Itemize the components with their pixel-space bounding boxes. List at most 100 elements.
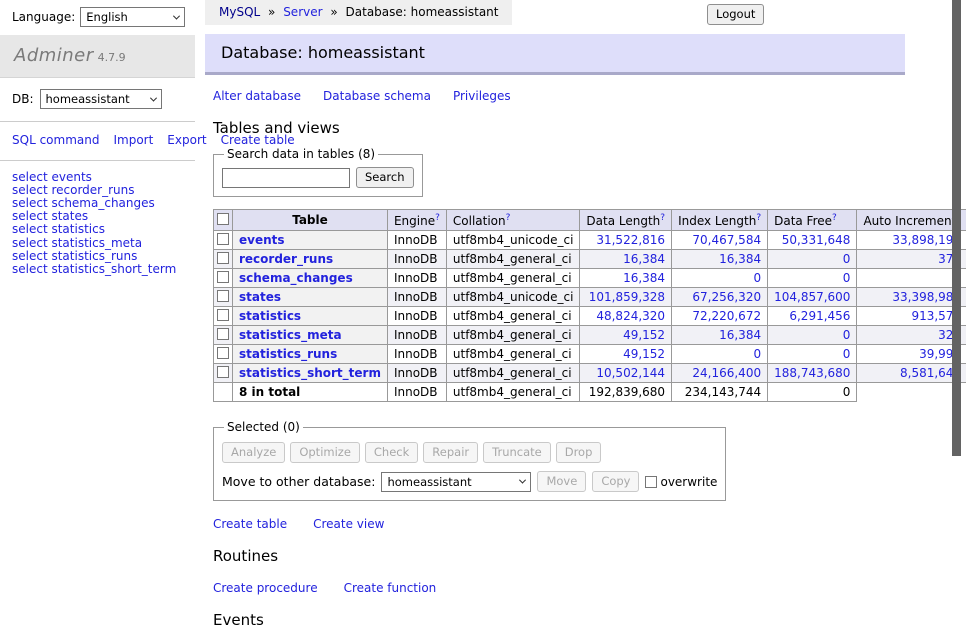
row-checkbox[interactable] xyxy=(217,309,229,321)
data-free-cell: 0 xyxy=(768,269,857,288)
db-select[interactable]: homeassistant xyxy=(40,89,162,109)
routine-create-link[interactable]: Create procedure xyxy=(213,581,318,595)
column-header: Data Free? xyxy=(768,210,857,231)
row-checkbox[interactable] xyxy=(217,233,229,245)
column-header: Table xyxy=(233,210,388,231)
sidebar: Language: English Adminer4.7.9 DB: homea… xyxy=(0,0,195,543)
table-name-cell: events xyxy=(233,231,388,250)
engine-cell: InnoDB xyxy=(387,345,446,364)
selected-buttons-row: AnalyzeOptimizeCheckRepairTruncateDrop xyxy=(222,442,717,463)
optimize-button[interactable]: Optimize xyxy=(290,442,360,463)
sidebar-action-link[interactable]: Export xyxy=(167,133,206,147)
breadcrumb-current: Database: homeassistant xyxy=(346,5,499,19)
column-help-link[interactable]: ? xyxy=(660,213,665,223)
row-checkbox[interactable] xyxy=(217,252,229,264)
overwrite-label: overwrite xyxy=(660,475,717,489)
sidebar-select-link[interactable]: select statistics xyxy=(12,223,185,236)
index-length-cell: 16,384 xyxy=(672,250,768,269)
index-length-cell: 0 xyxy=(672,269,768,288)
repair-button[interactable]: Repair xyxy=(423,442,478,463)
create-link[interactable]: Create table xyxy=(213,517,287,531)
index-length-cell: 24,166,400 xyxy=(672,364,768,383)
database-nav-link[interactable]: Database schema xyxy=(323,89,431,103)
index-length-cell: 67,256,320 xyxy=(672,288,768,307)
collation-cell: utf8mb4_general_ci xyxy=(446,326,580,345)
move-db-value: homeassistant xyxy=(387,475,471,489)
row-checkbox[interactable] xyxy=(217,328,229,340)
column-help-link[interactable]: ? xyxy=(435,213,440,223)
row-checkbox[interactable] xyxy=(217,290,229,302)
search-input[interactable] xyxy=(222,168,350,188)
collation-cell: utf8mb4_general_ci xyxy=(446,364,580,383)
table-name-link[interactable]: states xyxy=(239,290,281,304)
logout-button[interactable]: Logout xyxy=(707,4,764,25)
auto-increment-cell: 33,898,196 xyxy=(857,231,966,250)
create-link[interactable]: Create view xyxy=(313,517,384,531)
chevron-down-icon xyxy=(149,94,156,101)
row-checkbox[interactable] xyxy=(217,271,229,283)
data-length-cell: 101,859,328 xyxy=(580,288,672,307)
drop-button[interactable]: Drop xyxy=(556,442,602,463)
sidebar-select-link[interactable]: select statistics_short_term xyxy=(12,263,185,276)
table-name-link[interactable]: statistics xyxy=(239,309,301,323)
auto-increment-cell: 325 xyxy=(857,326,966,345)
events-heading: Events xyxy=(213,611,905,629)
column-header-label: Data Length xyxy=(586,214,660,228)
row-checkbox[interactable] xyxy=(217,366,229,378)
engine-cell: InnoDB xyxy=(387,307,446,326)
table-name-link[interactable]: statistics_runs xyxy=(239,347,337,361)
vertical-scrollbar[interactable] xyxy=(952,0,961,456)
selected-fieldset: Selected (0) AnalyzeOptimizeCheckRepairT… xyxy=(213,420,726,501)
sidebar-select-link[interactable]: select events xyxy=(12,171,185,184)
column-help-link[interactable]: ? xyxy=(506,213,511,223)
sidebar-select-link[interactable]: select statistics_meta xyxy=(12,237,185,250)
routine-create-link[interactable]: Create function xyxy=(344,581,437,595)
check-button[interactable]: Check xyxy=(365,442,418,463)
database-nav-link[interactable]: Alter database xyxy=(213,89,301,103)
breadcrumb-link[interactable]: Server xyxy=(283,5,322,19)
row-select-cell xyxy=(214,250,233,269)
page-title: Database: homeassistant xyxy=(205,34,905,75)
table-name-link[interactable]: schema_changes xyxy=(239,271,353,285)
database-nav-link[interactable]: Privileges xyxy=(453,89,511,103)
index-length-cell: 70,467,584 xyxy=(672,231,768,250)
column-help-link[interactable]: ? xyxy=(832,213,837,223)
tables-heading: Tables and views xyxy=(213,119,905,137)
truncate-button[interactable]: Truncate xyxy=(483,442,551,463)
table-name-link[interactable]: statistics_short_term xyxy=(239,366,381,380)
sidebar-action-link[interactable]: Import xyxy=(113,133,153,147)
engine-cell: InnoDB xyxy=(387,250,446,269)
routines-links-row: Create procedure Create function xyxy=(213,581,905,595)
sidebar-actions: SQL commandImportExportCreate table xyxy=(0,122,195,161)
db-label: DB: xyxy=(12,92,34,106)
breadcrumb-link[interactable]: MySQL xyxy=(219,5,260,19)
analyze-button[interactable]: Analyze xyxy=(222,442,285,463)
search-legend: Search data in tables (8) xyxy=(224,147,378,161)
overwrite-checkbox[interactable] xyxy=(645,476,657,488)
collation-cell: utf8mb4_general_ci xyxy=(446,307,580,326)
data-length-cell: 16,384 xyxy=(580,269,672,288)
search-button[interactable]: Search xyxy=(356,167,414,188)
table-name-cell: schema_changes xyxy=(233,269,388,288)
data-free-cell: 0 xyxy=(768,250,857,269)
engine-cell: InnoDB xyxy=(387,326,446,345)
move-button[interactable]: Move xyxy=(537,471,586,492)
engine-cell: InnoDB xyxy=(387,269,446,288)
auto-increment-cell: 6 xyxy=(857,269,966,288)
column-header: Auto Increment? xyxy=(857,210,966,231)
table-name-link[interactable]: events xyxy=(239,233,285,247)
column-help-link[interactable]: ? xyxy=(756,213,761,223)
overwrite-option[interactable]: overwrite xyxy=(645,475,717,489)
row-checkbox[interactable] xyxy=(217,347,229,359)
copy-button[interactable]: Copy xyxy=(592,471,639,492)
select-all-checkbox[interactable] xyxy=(217,213,229,225)
column-header-label: Auto Increment xyxy=(863,214,956,228)
row-select-cell xyxy=(214,326,233,345)
data-free-cell: 0 xyxy=(768,326,857,345)
table-name-link[interactable]: statistics_meta xyxy=(239,328,342,342)
move-db-select[interactable]: homeassistant xyxy=(381,472,531,492)
language-select[interactable]: English xyxy=(80,7,185,27)
auto-increment-cell: 913,577 xyxy=(857,307,966,326)
table-name-link[interactable]: recorder_runs xyxy=(239,252,333,266)
sidebar-action-link[interactable]: SQL command xyxy=(12,133,99,147)
